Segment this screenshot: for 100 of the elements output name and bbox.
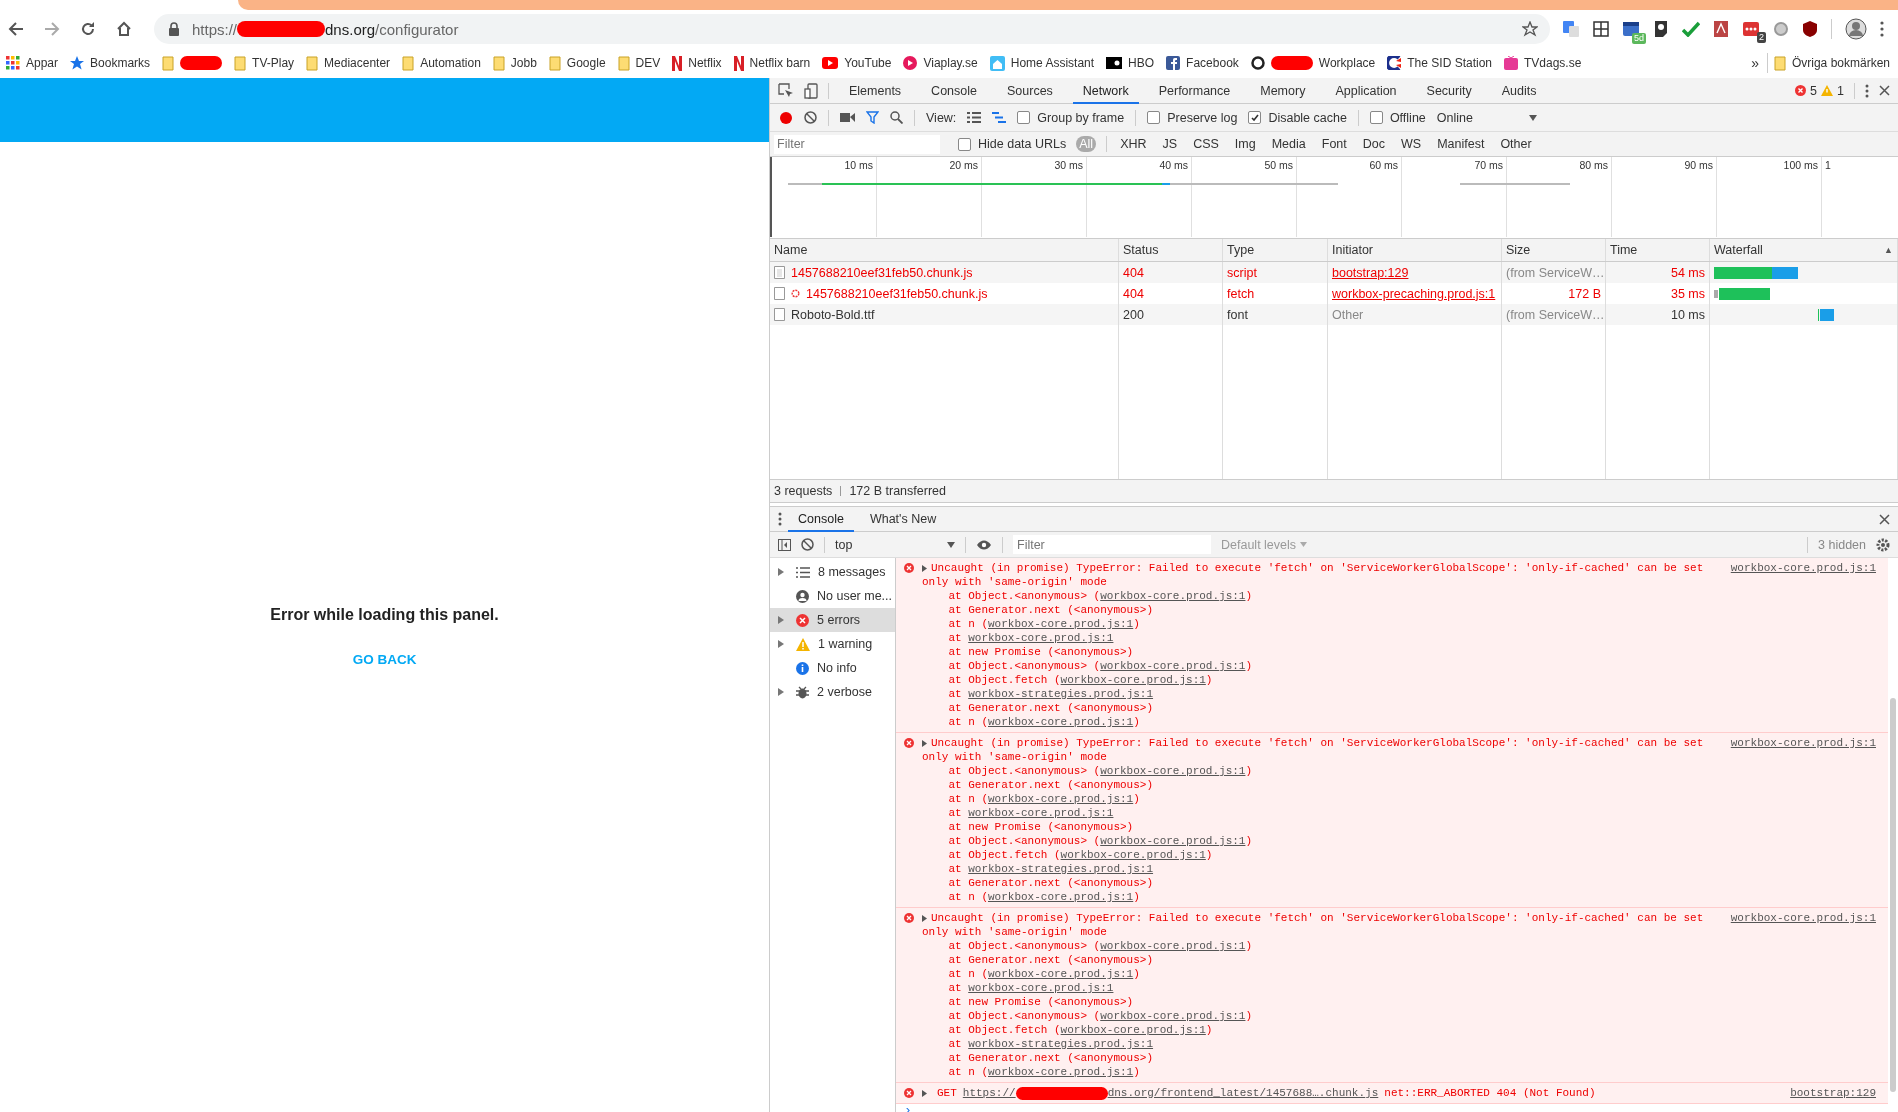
source-link[interactable]: bootstrap:129 bbox=[1726, 1086, 1876, 1100]
stack-link[interactable]: workbox-core.prod.js:1 bbox=[968, 807, 1114, 819]
bookmark[interactable]: Mediacenter bbox=[300, 52, 397, 74]
type-filter-button[interactable]: CSS bbox=[1190, 136, 1222, 152]
eye-icon[interactable] bbox=[976, 539, 992, 550]
stack-link[interactable]: workbox-core.prod.js:1 bbox=[988, 1066, 1134, 1078]
reload-icon[interactable] bbox=[79, 20, 97, 38]
bookmark[interactable]: Bookmarks bbox=[64, 53, 157, 73]
waterfall-view-icon[interactable] bbox=[992, 112, 1007, 123]
type-filter-button[interactable]: Doc bbox=[1359, 136, 1388, 152]
column-header[interactable]: Initiator bbox=[1328, 239, 1502, 261]
devtools-tab[interactable]: Performance bbox=[1148, 77, 1241, 104]
bookmark[interactable]: Övriga bokmärken bbox=[1767, 52, 1896, 74]
bookmark[interactable]: Facebook bbox=[1160, 53, 1245, 73]
console-filter-field[interactable]: Filter bbox=[1013, 535, 1211, 554]
scrollbar[interactable] bbox=[1890, 698, 1896, 1092]
source-link[interactable]: workbox-core.prod.js:1 bbox=[1726, 736, 1876, 750]
checkbox[interactable] bbox=[1369, 111, 1383, 124]
devtools-tab[interactable]: Application bbox=[1325, 77, 1407, 104]
drawer-tab[interactable]: What's New bbox=[859, 506, 947, 532]
bookmark[interactable]: Appar bbox=[0, 53, 65, 73]
bookmark[interactable]: Automation bbox=[396, 52, 487, 74]
record-icon[interactable] bbox=[779, 110, 793, 125]
filter-icon[interactable] bbox=[866, 111, 879, 124]
devtools-tab[interactable]: Console bbox=[921, 77, 987, 104]
stack-link[interactable]: workbox-core.prod.js:1 bbox=[1060, 1024, 1206, 1036]
column-header[interactable]: Name bbox=[770, 239, 1119, 261]
source-link[interactable]: workbox-core.prod.js:1 bbox=[1726, 911, 1876, 925]
bookmark[interactable]: Netflix barn bbox=[727, 52, 817, 74]
avatar-icon[interactable] bbox=[1845, 18, 1867, 40]
context-select[interactable]: top bbox=[835, 537, 955, 552]
stack-link[interactable]: workbox-core.prod.js:1 bbox=[988, 716, 1134, 728]
devtools-tab[interactable]: Audits bbox=[1491, 77, 1547, 104]
stack-link[interactable]: workbox-core.prod.js:1 bbox=[1060, 849, 1206, 861]
stack-link[interactable]: workbox-core.prod.js:1 bbox=[1100, 835, 1246, 847]
bookmark[interactable]: TVdags.se bbox=[1498, 53, 1588, 73]
clear-icon[interactable] bbox=[804, 111, 817, 124]
bookmark[interactable]: Home Assistant bbox=[983, 52, 1101, 74]
initiator-link[interactable]: workbox-precaching.prod.js:1 bbox=[1332, 286, 1496, 301]
stack-link[interactable]: workbox-core.prod.js:1 bbox=[1100, 765, 1246, 777]
type-filter-button[interactable]: Img bbox=[1231, 136, 1259, 152]
clear-icon[interactable] bbox=[801, 538, 814, 551]
list-view-icon[interactable] bbox=[967, 112, 982, 123]
sidebar-toggle-icon[interactable] bbox=[778, 538, 791, 551]
bookmark[interactable]: Netflix bbox=[666, 52, 728, 74]
search-icon[interactable] bbox=[890, 111, 903, 124]
stack-link[interactable]: workbox-core.prod.js:1 bbox=[988, 891, 1134, 903]
stack-link[interactable]: workbox-strategies.prod.js:1 bbox=[968, 1038, 1154, 1050]
sidebar-item[interactable]: No info bbox=[770, 656, 895, 680]
sidebar-item[interactable]: No user me... bbox=[770, 584, 895, 608]
stack-link[interactable]: workbox-core.prod.js:1 bbox=[1100, 1010, 1246, 1022]
close-icon[interactable] bbox=[1879, 85, 1890, 96]
bookmark[interactable]: Google bbox=[542, 52, 612, 74]
menu-icon[interactable] bbox=[1880, 21, 1884, 37]
extension-icon[interactable] bbox=[1593, 21, 1609, 37]
column-header[interactable]: Status bbox=[1119, 239, 1223, 261]
device-icon[interactable] bbox=[804, 82, 818, 99]
type-filter-button[interactable]: Font bbox=[1318, 136, 1350, 152]
camera-icon[interactable] bbox=[840, 112, 855, 123]
bookmark[interactable]: The SID Station bbox=[1381, 53, 1498, 73]
stack-link[interactable]: workbox-core.prod.js:1 bbox=[968, 632, 1114, 644]
star-icon[interactable] bbox=[1522, 21, 1538, 37]
type-filter-button[interactable]: WS bbox=[1398, 136, 1425, 152]
stack-link[interactable]: workbox-core.prod.js:1 bbox=[1060, 674, 1206, 686]
bookmark[interactable]: Workplace bbox=[1244, 53, 1382, 73]
column-header[interactable]: Size bbox=[1502, 239, 1606, 261]
stack-link[interactable]: workbox-core.prod.js:1 bbox=[1100, 590, 1246, 602]
checkbox[interactable] bbox=[1017, 111, 1031, 124]
sidebar-item[interactable]: 2 verbose bbox=[770, 680, 895, 704]
type-filter-button[interactable]: JS bbox=[1159, 136, 1181, 152]
checkbox[interactable] bbox=[1147, 111, 1161, 124]
request-url-link[interactable]: https:// dns.org/frontend_latest/1457688….chunk.js bbox=[962, 1086, 1379, 1100]
stack-link[interactable]: workbox-core.prod.js:1 bbox=[988, 618, 1134, 630]
drawer-menu-icon[interactable] bbox=[778, 512, 782, 526]
stack-link[interactable]: workbox-core.prod.js:1 bbox=[1100, 660, 1246, 672]
stack-link[interactable]: workbox-core.prod.js:1 bbox=[988, 793, 1134, 805]
throttling-select[interactable]: Online bbox=[1436, 110, 1537, 125]
bookmark[interactable]: TV-Play bbox=[228, 52, 301, 74]
home-icon[interactable] bbox=[115, 20, 133, 38]
devtools-tab[interactable]: Sources bbox=[997, 77, 1063, 104]
column-header[interactable]: Type bbox=[1223, 239, 1328, 261]
address-bar[interactable]: https:// dns.org/configurator bbox=[154, 14, 1550, 44]
source-link[interactable]: workbox-core.prod.js:1 bbox=[1726, 561, 1876, 575]
back-icon[interactable] bbox=[7, 20, 25, 38]
type-filter-button[interactable]: Media bbox=[1268, 136, 1309, 152]
sidebar-item[interactable]: 5 errors bbox=[770, 608, 895, 632]
column-header[interactable]: Waterfall ▲ bbox=[1710, 239, 1898, 261]
sidebar-item[interactable]: 1 warning bbox=[770, 632, 895, 656]
column-header[interactable]: Time bbox=[1606, 239, 1710, 261]
devtools-tab[interactable]: Security bbox=[1416, 77, 1482, 104]
stack-link[interactable]: workbox-strategies.prod.js:1 bbox=[968, 863, 1154, 875]
more-bookmarks-button[interactable]: » bbox=[1743, 55, 1767, 71]
filter-field[interactable]: Filter bbox=[774, 134, 940, 154]
bookmark[interactable]: Viaplay.se bbox=[897, 53, 984, 73]
bookmark[interactable]: Jobb bbox=[486, 52, 543, 74]
initiator-link[interactable]: bootstrap:129 bbox=[1332, 265, 1409, 280]
extension-icon[interactable] bbox=[1653, 20, 1669, 38]
sidebar-item[interactable]: 8 messages bbox=[770, 560, 895, 584]
bookmark[interactable]: YouTube bbox=[816, 53, 898, 73]
stack-link[interactable]: workbox-core.prod.js:1 bbox=[1100, 940, 1246, 952]
